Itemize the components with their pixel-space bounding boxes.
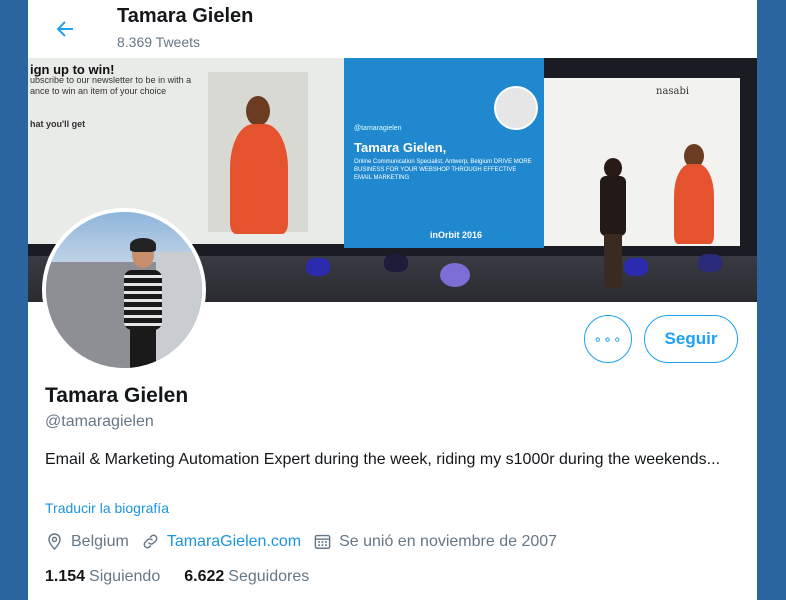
avatar-rail [156, 252, 202, 368]
banner-speaker-avatar [494, 86, 538, 130]
more-options-icon: ∘∘∘ [593, 331, 623, 347]
following-count: 1.154 [45, 568, 86, 585]
joined-text: Se unió en noviembre de 2007 [339, 532, 558, 550]
joined-item: Se unió en noviembre de 2007 [313, 532, 557, 551]
photo-person-dress [674, 164, 714, 244]
banner-handle: @tamaragielen [354, 125, 402, 132]
photo-person-dress [230, 124, 288, 234]
avatar-hair [130, 238, 156, 252]
following-label: Siguiendo [89, 568, 161, 585]
profile-meta: Belgium TamaraGielen.com Se unió en novi… [45, 532, 569, 551]
link-icon [143, 534, 158, 549]
user-handle: @tamaragielen [45, 413, 154, 430]
tweet-count: 8.369 Tweets [117, 34, 201, 50]
more-options-button[interactable]: ∘∘∘ [584, 315, 632, 363]
display-name: Tamara Gielen [45, 384, 189, 407]
banner-right-screen: nasabi [544, 78, 740, 246]
website-item: TamaraGielen.com [141, 532, 301, 551]
followers-link[interactable]: 6.622 Seguidores [184, 568, 309, 586]
stage-lamp [624, 258, 648, 276]
stage-lamp [384, 254, 408, 272]
banner-left-line: ubscribe to our newsletter to be in with… [30, 75, 192, 85]
banner-name: Tamara Gielen, [354, 140, 447, 155]
calendar-icon [314, 534, 331, 549]
location-pin-icon [48, 533, 61, 551]
stage-lamp [698, 254, 722, 272]
stage-lamp [306, 258, 330, 276]
bio-text: Email & Marketing Automation Expert duri… [45, 451, 721, 468]
translate-bio-link[interactable]: Traducir la biografía [45, 500, 169, 516]
location-item: Belgium [45, 532, 129, 551]
avatar-shirt [124, 270, 162, 330]
banner-left-photo [208, 72, 308, 234]
avatar-legs [130, 328, 156, 368]
banner-event: inOrbit 2016 [430, 230, 483, 240]
banner-subtitle: Online Communication Specialist, Antwerp… [354, 159, 532, 181]
following-link[interactable]: 1.154 Siguiendo [45, 568, 160, 586]
follow-button[interactable]: Seguir [644, 315, 738, 363]
profile-page: Tamara Gielen 8.369 Tweets ign up to win… [28, 0, 757, 600]
banner-left-line: ance to win an item of your choice [30, 86, 167, 96]
speaker-head [604, 158, 622, 178]
banner-right-logo: nasabi [656, 86, 690, 97]
stage-lamp [440, 263, 470, 287]
speaker-legs [604, 234, 622, 288]
follow-stats: 1.154 Siguiendo 6.622 Seguidores [45, 568, 333, 586]
top-header: Tamara Gielen 8.369 Tweets [28, 0, 757, 58]
banner-left-line: hat you'll get [30, 119, 86, 129]
avatar[interactable] [42, 208, 206, 372]
banner-left-text: ign up to win! ubscribe to our newslette… [30, 62, 200, 130]
speaker-body [600, 176, 626, 236]
photo-person-head [246, 96, 270, 126]
followers-count: 6.622 [184, 568, 225, 585]
back-arrow-icon [56, 21, 73, 37]
followers-label: Seguidores [228, 568, 310, 585]
header-title: Tamara Gielen [117, 5, 254, 27]
back-button[interactable] [48, 12, 82, 46]
location-text: Belgium [71, 532, 129, 550]
website-link[interactable]: TamaraGielen.com [167, 533, 301, 551]
banner-mid-screen: @tamaragielen Tamara Gielen, Online Comm… [344, 58, 544, 248]
banner-left-title: ign up to win! [30, 62, 115, 77]
